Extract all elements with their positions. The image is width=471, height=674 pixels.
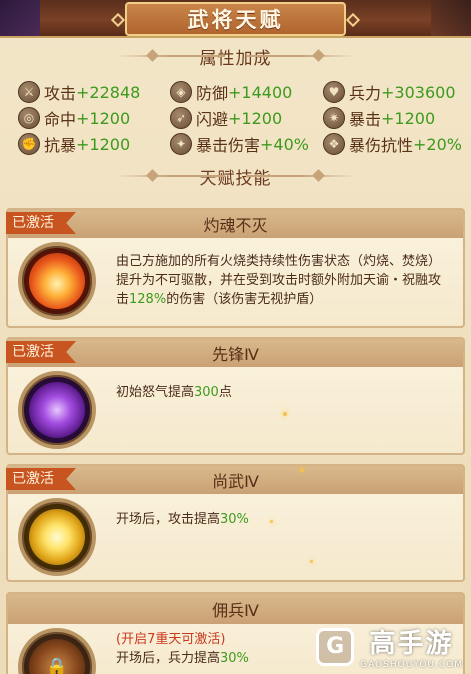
attribute-value: +303600 [381,82,456,102]
skill-card-header: 先锋Ⅳ [8,339,463,367]
divider [246,55,356,57]
attribute-defense: ◈ 防御 +14400 [170,80,292,104]
avatar-corner-left [0,0,40,38]
sword-icon: ⚔ [18,81,40,103]
attribute-troops: ♥ 兵力 +303600 [323,80,456,104]
skill-card[interactable]: 灼魂不灭 已激活 由己方施加的所有火烧类持续性伤害状态（灼烧、焚烧）提升为不可驱… [6,208,465,328]
status-badge: 已激活 [6,212,76,234]
divider [246,175,356,177]
skill-desc-highlight: 300 [194,385,219,400]
skill-name: 先锋Ⅳ [212,345,259,364]
attribute-value: +1200 [76,134,131,154]
skill-card-header: 佣兵Ⅳ [8,594,463,624]
watermark-url: GAOSHOUYOU.COM [360,660,463,670]
attributes-header: 属性加成 [0,42,471,70]
attribute-crit: ✷ 暴击 +1200 [323,106,435,130]
skill-desc-tail: 点 [218,385,232,400]
target-icon: ◎ [18,107,40,129]
skill-desc-tail: 的伤害（该伤害无视护盾） [166,292,323,307]
skill-card-header: 尚武Ⅳ [8,466,463,494]
attribute-value: +20% [413,134,462,154]
divider-diamond-icon [146,49,159,62]
skill-desc-main: 开场后，兵力提高 [116,651,221,666]
attribute-label: 抗暴 [44,136,77,155]
crit-icon: ✷ [323,107,345,129]
attribute-value: +1200 [228,108,283,128]
skill-card[interactable]: 尚武Ⅳ 已激活 开场后，攻击提高30% [6,464,465,582]
skill-desc-main: 开场后，攻击提高 [116,512,221,527]
crit-damage-icon: ✦ [170,133,192,155]
attribute-label: 暴击伤害 [196,136,261,155]
attribute-attack: ⚔ 攻击 +22848 [18,80,140,104]
attribute-label: 暴伤抗性 [349,136,414,155]
skill-desc-highlight: 30% [220,651,249,666]
sparkle-effect [310,560,313,563]
skill-name: 灼魂不灭 [203,216,268,235]
attribute-label: 命中 [44,110,77,129]
skill-description: 开场后，攻击提高30% [116,510,449,529]
skill-description: 由己方施加的所有火烧类持续性伤害状态（灼烧、焚烧）提升为不可驱散，并在受到攻击时… [116,252,449,309]
skill-name: 佣兵Ⅳ [212,601,259,620]
avatar-corner-right [431,0,471,38]
title-diamond-icon [110,12,126,28]
status-badge: 已激活 [6,468,76,490]
watermark: G 高手游 GAOSHOUYOU.COM [316,623,463,670]
title-diamond-icon [345,12,361,28]
status-badge: 已激活 [6,341,76,363]
divider [115,55,225,57]
sparkle-effect [300,468,304,472]
skill-name: 尚武Ⅳ [212,472,259,491]
attribute-label: 闪避 [196,110,229,129]
attribute-value: +40% [260,134,309,154]
attribute-anti-crit: ✊ 抗暴 +1200 [18,132,130,156]
attribute-crit-damage: ✦ 暴击伤害 +40% [170,132,309,156]
skill-card-header: 灼魂不灭 [8,210,463,238]
dodge-icon: ➶ [170,107,192,129]
shield-icon: ◈ [170,81,192,103]
page-title: 武将天赋 [187,8,284,32]
attribute-value: +22848 [76,82,141,102]
skill-desc-main: 初始怒气提高 [116,385,195,400]
attribute-hit: ◎ 命中 +1200 [18,106,130,130]
attribute-label: 攻击 [44,84,77,103]
skill-card[interactable]: 先锋Ⅳ 已激活 初始怒气提高300点 [6,337,465,455]
rage-skill-icon[interactable] [18,371,96,449]
attribute-label: 暴击 [349,110,382,129]
divider [115,175,225,177]
anti-crit-icon: ✊ [18,133,40,155]
locked-skill-icon[interactable]: 🔒 [18,628,96,674]
crit-resist-icon: ❖ [323,133,345,155]
watermark-logo-icon: G [316,627,355,666]
skill-desc-highlight: 30% [220,512,249,527]
skill-desc-highlight: 128% [129,292,167,307]
attribute-value: +1200 [76,108,131,128]
title-bar: 武将天赋 [0,0,471,38]
sparkle-effect [283,412,287,416]
attribute-label: 防御 [196,84,229,103]
heart-icon: ♥ [323,81,345,103]
skill-description: 初始怒气提高300点 [116,383,449,402]
attribute-value: +1200 [381,108,436,128]
divider-diamond-icon [146,169,159,182]
sparkle-effect [270,520,273,523]
fire-skill-icon[interactable] [18,242,96,320]
attribute-dodge: ➶ 闪避 +1200 [170,106,282,130]
attribute-value: +14400 [228,82,293,102]
watermark-name: 高手游 [369,629,454,659]
attack-skill-icon[interactable] [18,498,96,576]
attribute-label: 兵力 [349,84,382,103]
attribute-crit-resist: ❖ 暴伤抗性 +20% [323,132,462,156]
lock-icon: 🔒 [45,656,69,674]
skills-header: 天赋技能 [0,162,471,190]
talent-panel: 武将天赋 属性加成 ⚔ 攻击 +22848 ◈ 防御 +14400 ♥ 兵力 +303… [0,0,471,674]
title-plate: 武将天赋 [110,2,361,36]
